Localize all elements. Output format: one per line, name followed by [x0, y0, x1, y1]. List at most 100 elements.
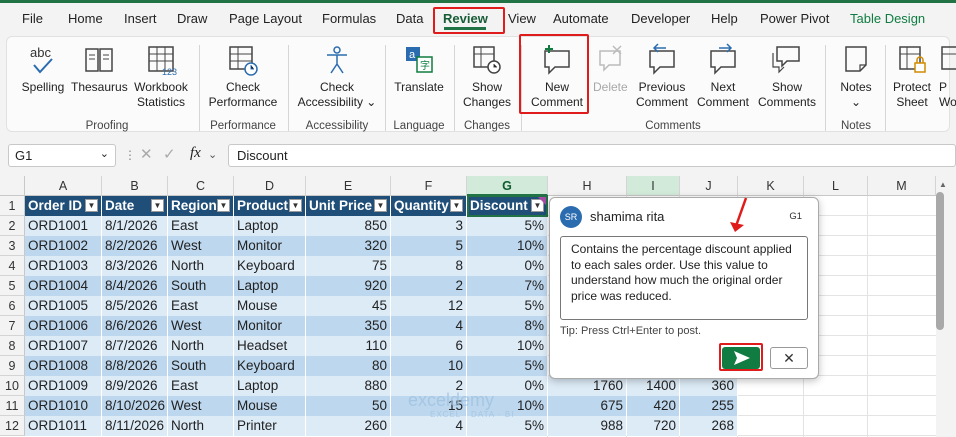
table-cell[interactable]: 80: [306, 356, 391, 376]
tab-power-pivot[interactable]: Power Pivot: [760, 11, 829, 26]
table-cell[interactable]: 5: [391, 236, 467, 256]
translate-button[interactable]: a字 Translate: [391, 43, 447, 95]
cancel-comment-button[interactable]: ✕: [770, 347, 808, 369]
table-cell[interactable]: 75: [306, 256, 391, 276]
table-cell[interactable]: North: [168, 416, 234, 436]
row-header[interactable]: 6: [0, 296, 25, 316]
table-cell[interactable]: 8/9/2026: [102, 376, 168, 396]
column-header-d[interactable]: D: [234, 176, 306, 196]
tab-help[interactable]: Help: [711, 11, 738, 26]
table-cell[interactable]: ORD1001: [25, 216, 102, 236]
filter-dropdown-icon[interactable]: ▼: [450, 199, 463, 212]
tab-home[interactable]: Home: [68, 11, 103, 26]
table-header-cell[interactable]: Region ▼: [168, 196, 234, 216]
row-header[interactable]: 9: [0, 356, 25, 376]
table-cell[interactable]: 8%: [467, 316, 548, 336]
table-cell[interactable]: East: [168, 296, 234, 316]
row-header[interactable]: 5: [0, 276, 25, 296]
table-header-cell[interactable]: Unit Price ▼: [306, 196, 391, 216]
tab-table-design[interactable]: Table Design: [850, 11, 925, 26]
table-cell[interactable]: East: [168, 216, 234, 236]
tab-draw[interactable]: Draw: [177, 11, 207, 26]
tab-automate[interactable]: Automate: [553, 11, 609, 26]
column-header-i[interactable]: I: [627, 176, 680, 196]
column-header-f[interactable]: F: [391, 176, 467, 196]
table-cell[interactable]: West: [168, 396, 234, 416]
table-cell[interactable]: 10%: [467, 236, 548, 256]
workbook-statistics-button[interactable]: 123 Workbook Statistics: [131, 43, 191, 110]
table-cell[interactable]: 8/4/2026: [102, 276, 168, 296]
table-cell[interactable]: 880: [306, 376, 391, 396]
table-cell[interactable]: Mouse: [234, 396, 306, 416]
check-performance-button[interactable]: Check Performance: [205, 43, 281, 110]
table-cell[interactable]: 8: [391, 256, 467, 276]
tab-view[interactable]: View: [508, 11, 536, 26]
fx-chevron-icon[interactable]: ⌄: [208, 148, 217, 161]
row-header[interactable]: 8: [0, 336, 25, 356]
table-cell[interactable]: ORD1003: [25, 256, 102, 276]
more-options-icon[interactable]: ⋮: [124, 148, 136, 162]
spelling-button[interactable]: abc Spelling: [19, 43, 67, 95]
filter-dropdown-icon[interactable]: ▼: [217, 199, 230, 212]
filter-dropdown-icon[interactable]: ▼: [374, 199, 387, 212]
table-cell[interactable]: Laptop: [234, 276, 306, 296]
table-cell[interactable]: West: [168, 236, 234, 256]
table-cell[interactable]: 10: [391, 356, 467, 376]
table-cell[interactable]: 2: [391, 276, 467, 296]
comment-text-input[interactable]: Contains the percentage discount applied…: [560, 236, 808, 320]
notes-button[interactable]: Notes ⌄: [833, 43, 879, 110]
table-cell[interactable]: ORD1011: [25, 416, 102, 436]
column-header-l[interactable]: L: [804, 176, 868, 196]
row-header[interactable]: 4: [0, 256, 25, 276]
tab-data[interactable]: Data: [396, 11, 423, 26]
column-header-e[interactable]: E: [306, 176, 391, 196]
table-cell[interactable]: Keyboard: [234, 356, 306, 376]
table-cell[interactable]: 8/7/2026: [102, 336, 168, 356]
name-box[interactable]: G1 ⌄: [8, 144, 116, 167]
table-cell[interactable]: North: [168, 336, 234, 356]
table-cell[interactable]: 675: [548, 396, 627, 416]
table-cell[interactable]: South: [168, 356, 234, 376]
table-cell[interactable]: 255: [680, 396, 738, 416]
table-cell[interactable]: 0%: [467, 256, 548, 276]
chevron-down-icon[interactable]: ⌄: [100, 147, 109, 160]
table-cell[interactable]: West: [168, 316, 234, 336]
table-cell[interactable]: 8/3/2026: [102, 256, 168, 276]
table-cell[interactable]: 8/6/2026: [102, 316, 168, 336]
table-cell[interactable]: 988: [548, 416, 627, 436]
table-cell[interactable]: ORD1007: [25, 336, 102, 356]
column-header-b[interactable]: B: [102, 176, 168, 196]
table-cell[interactable]: 920: [306, 276, 391, 296]
table-cell[interactable]: 360: [680, 376, 738, 396]
table-cell[interactable]: 3: [391, 216, 467, 236]
table-header-cell[interactable]: Order ID ▼: [25, 196, 102, 216]
column-header-g[interactable]: G: [467, 176, 548, 196]
table-cell[interactable]: 5%: [467, 356, 548, 376]
column-header-j[interactable]: J: [680, 176, 738, 196]
table-cell[interactable]: Keyboard: [234, 256, 306, 276]
table-cell[interactable]: 8/11/2026: [102, 416, 168, 436]
table-cell[interactable]: 6: [391, 336, 467, 356]
column-header-h[interactable]: H: [548, 176, 627, 196]
table-cell[interactable]: Mouse: [234, 296, 306, 316]
table-cell[interactable]: Headset: [234, 336, 306, 356]
table-cell[interactable]: East: [168, 376, 234, 396]
scrollbar-thumb[interactable]: [936, 192, 944, 330]
tab-developer[interactable]: Developer: [631, 11, 690, 26]
table-cell[interactable]: 5%: [467, 216, 548, 236]
insert-function-icon[interactable]: fx: [190, 145, 201, 162]
table-cell[interactable]: 50: [306, 396, 391, 416]
table-cell[interactable]: 350: [306, 316, 391, 336]
table-cell[interactable]: ORD1008: [25, 356, 102, 376]
table-header-cell[interactable]: Quantity ▼: [391, 196, 467, 216]
tab-file[interactable]: File: [22, 11, 43, 26]
table-cell[interactable]: 268: [680, 416, 738, 436]
table-cell[interactable]: 1400: [627, 376, 680, 396]
table-cell[interactable]: 1760: [548, 376, 627, 396]
show-changes-button[interactable]: Show Changes: [459, 43, 515, 110]
table-cell[interactable]: 8/5/2026: [102, 296, 168, 316]
table-cell[interactable]: 5%: [467, 296, 548, 316]
table-cell[interactable]: 720: [627, 416, 680, 436]
row-header[interactable]: 3: [0, 236, 25, 256]
row-header[interactable]: 1: [0, 196, 25, 216]
